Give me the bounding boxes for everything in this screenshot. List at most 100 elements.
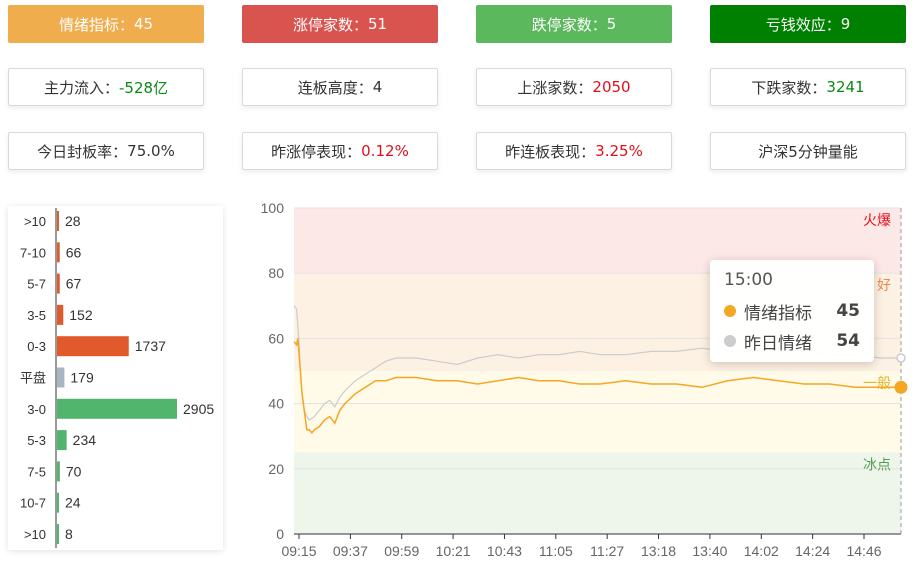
zone-band [294, 452, 901, 534]
stat-card-value: 0.12% [361, 142, 409, 160]
y-tick-label: 40 [268, 396, 284, 412]
stat-card-value: 45 [133, 15, 154, 33]
stat-card-label: 亏钱效应： [765, 15, 841, 34]
distribution-value: 1737 [135, 338, 166, 354]
distribution-bar [57, 430, 67, 451]
distribution-bar [57, 367, 65, 388]
stat-card-label: 下跌家数： [751, 78, 827, 97]
x-tick-label: 10:21 [436, 543, 471, 559]
stat-card-value: 3241 [826, 78, 865, 96]
stat-card-label: 昨连板表现： [505, 142, 596, 161]
distribution-value: 179 [70, 370, 94, 386]
distribution-label: 平盘 [20, 371, 46, 386]
distribution-value: 234 [73, 432, 97, 448]
x-tick-label: 14:46 [846, 543, 881, 559]
stat-card-label: 今日封板率： [37, 142, 128, 161]
stat-card: 连板高度： 4 [242, 68, 438, 106]
distribution-bar [57, 524, 59, 544]
stat-card-label: 主力流入： [43, 78, 119, 97]
distribution-value: 8 [65, 526, 73, 542]
y-tick-label: 20 [268, 461, 284, 477]
x-tick-label: 09:15 [281, 543, 316, 559]
distribution-bar [57, 242, 60, 263]
chart-tooltip: 15:00 情绪指标 45 昨日情绪 54 [710, 260, 874, 362]
stat-card-label: 上涨家数： [517, 78, 593, 97]
legend-dot-icon [724, 335, 736, 347]
stat-card: 情绪指标： 45 [8, 5, 204, 43]
y-tick-label: 60 [268, 330, 284, 346]
zone-label: 冰点 [863, 457, 891, 473]
stat-card: 涨停家数： 51 [242, 5, 438, 43]
distribution-value: 66 [66, 244, 82, 260]
tooltip-time: 15:00 [724, 270, 773, 290]
tooltip-row-sentiment: 情绪指标 45 [724, 296, 860, 326]
distribution-label: 3-5 [27, 308, 46, 323]
stat-card-label: 情绪指标： [58, 15, 134, 34]
distribution-value: 152 [69, 307, 93, 323]
distribution-value: 28 [65, 213, 81, 229]
tooltip-row-yesterday: 昨日情绪 54 [724, 326, 860, 356]
series-end-point [894, 380, 908, 394]
distribution-bar [57, 492, 59, 513]
stat-card-value: 3.25% [595, 142, 643, 160]
zone-label: 一般 [863, 375, 891, 391]
stat-card: 今日封板率： 75.0% [8, 132, 204, 170]
distribution-bar [57, 211, 59, 231]
stat-card-label: 跌停家数： [531, 15, 607, 34]
x-tick-label: 11:27 [590, 543, 624, 559]
distribution-label: 5-7 [27, 277, 46, 292]
distribution-label: >10 [24, 527, 46, 542]
distribution-label: 7-5 [27, 464, 46, 479]
sentiment-line-chart: 0 20 40 60 80 100 09:15 09:37 09:59 10:21 10:43 11:… [261, 200, 908, 559]
stat-card-value: 4 [372, 78, 383, 96]
tooltip-series-value: 54 [836, 331, 860, 351]
x-tick-label: 11:05 [539, 543, 573, 559]
distribution-value: 2905 [183, 401, 214, 417]
distribution-panel: >10 28 7-10 66 5-7 67 3-5 152 0-3 1737 平盘 179 3-0 290… [8, 206, 223, 550]
distribution-label: 3-0 [27, 402, 46, 417]
tooltip-series-value: 45 [836, 301, 860, 321]
stat-card-value: 51 [367, 15, 388, 33]
tooltip-series-name: 昨日情绪 [744, 333, 812, 354]
zone-band [294, 371, 901, 453]
distribution-label: >10 [24, 214, 46, 229]
stat-card-value: 75.0% [127, 142, 175, 160]
series-end-point [896, 353, 906, 363]
stat-card-label: 连板高度： [297, 78, 373, 97]
distribution-label: 10-7 [20, 496, 46, 511]
distribution-bar [57, 336, 129, 357]
distribution-bar [57, 304, 64, 325]
zone-label: 好 [877, 277, 891, 293]
stat-card-value: -528亿 [118, 78, 169, 97]
y-tick-label: 80 [268, 265, 284, 281]
stat-card: 下跌家数： 3241 [710, 68, 906, 106]
x-tick-label: 10:43 [487, 543, 522, 559]
distribution-value: 24 [65, 495, 81, 511]
distribution-bar [57, 273, 60, 294]
x-tick-label: 14:02 [744, 543, 779, 559]
distribution-bar-chart: >10 28 7-10 66 5-7 67 3-5 152 0-3 1737 平盘 179 3-0 290… [20, 208, 214, 548]
distribution-bar [57, 461, 60, 482]
x-tick-label: 13:18 [641, 543, 676, 559]
distribution-label: 0-3 [27, 339, 46, 354]
y-tick-label: 0 [276, 526, 284, 542]
distribution-label: 5-3 [27, 433, 46, 448]
distribution-label: 7-10 [20, 245, 46, 260]
stat-card-value: 9 [840, 15, 851, 33]
stat-card-value: 2050 [592, 78, 631, 96]
stat-card: 昨连板表现： 3.25% [476, 132, 672, 170]
distribution-value: 67 [66, 276, 82, 292]
tooltip-series-name: 情绪指标 [744, 303, 812, 324]
distribution-bar [57, 398, 177, 419]
stat-card: 跌停家数： 5 [476, 5, 672, 43]
stat-card-label: 昨涨停表现： [271, 142, 362, 161]
stat-card-label: 涨停家数： [292, 15, 368, 34]
distribution-value: 70 [66, 463, 82, 479]
legend-dot-icon [724, 305, 736, 317]
y-tick-label: 100 [261, 200, 285, 216]
stat-card-label: 沪深5分钟量能 [758, 142, 858, 161]
x-tick-label: 09:59 [384, 543, 419, 559]
stat-card-value: 5 [606, 15, 617, 33]
stat-card: 沪深5分钟量能 [710, 132, 906, 170]
stat-card: 主力流入： -528亿 [8, 68, 204, 106]
